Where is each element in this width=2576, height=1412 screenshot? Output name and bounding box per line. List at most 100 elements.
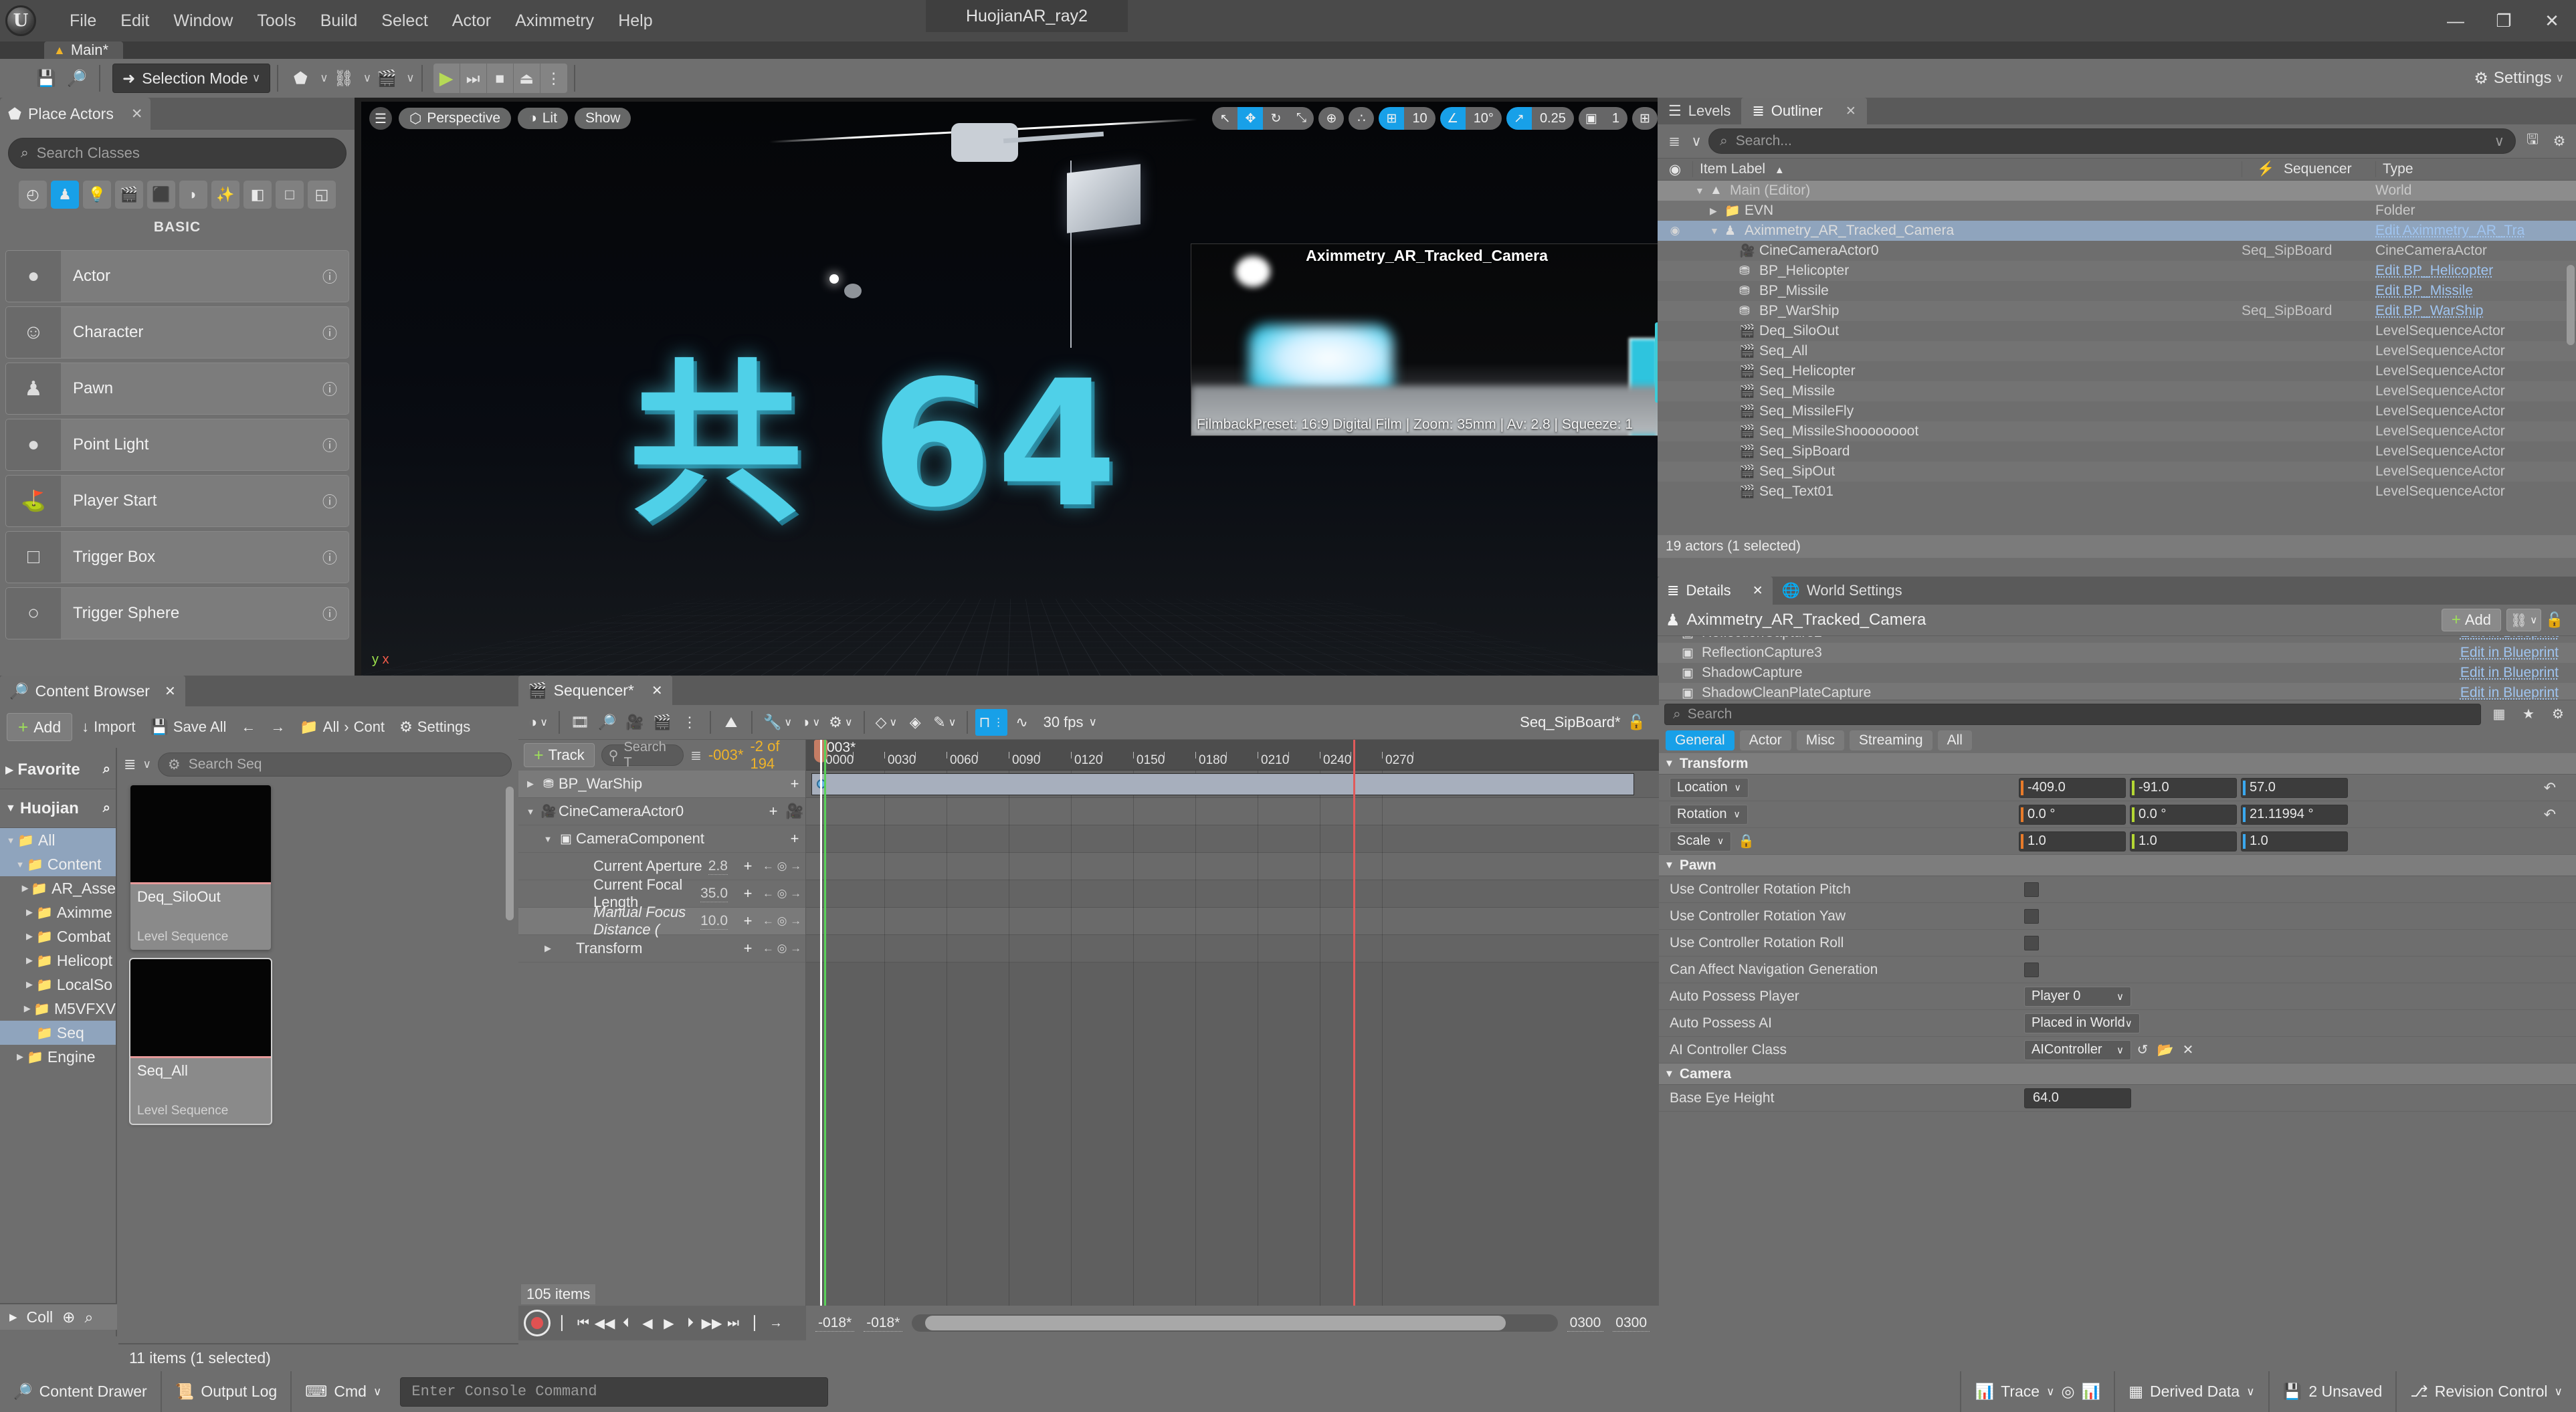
viewport-layout-icon[interactable]: ⊞ [1632,107,1658,130]
volumes-icon[interactable]: ✨ [211,181,239,209]
collections-bar[interactable]: ▶ Coll ⊕ ⌕ [0,1303,117,1330]
property-dropdown[interactable]: Placed in World∨ [2024,1013,2140,1033]
asset-tile[interactable]: Seq_AllLevel Sequence [130,959,271,1124]
tree-expand-arrow-icon[interactable]: ▶ [23,931,36,942]
property-mode-dropdown[interactable]: Location∨ [1670,778,1749,798]
grid-snap-value[interactable]: 10 [1404,107,1435,130]
add-key-icon[interactable]: + [784,775,805,793]
content-tree-item-content[interactable]: ▼📁Content [0,852,116,876]
visual-effects-icon[interactable]: ⬛ [147,181,175,209]
outliner-row[interactable]: ⛃BP_MissileEdit BP_Missile [1658,281,2576,301]
geometry-icon[interactable]: ◗ [179,181,207,209]
transport-button-0[interactable]: ⎮ [552,1310,572,1336]
component-row[interactable]: ▣ShadowCleanPlateCaptureEdit in Blueprin… [1658,683,2576,700]
component-row[interactable]: ▣ReflectionCapture2Edit in Blueprint [1658,635,2576,643]
save-icon[interactable]: 💾 [31,64,62,93]
help-icon[interactable]: ⓘ [311,434,349,456]
details-search-input[interactable]: ⌕ Search [1664,704,2481,725]
timeline-lane[interactable] [806,853,1659,880]
sequencer-track-row[interactable]: ▶⛃BP_WarShip+ [518,771,805,798]
content-tree-item-all[interactable]: ▼📁All [0,828,116,852]
search-icon-proj[interactable]: ⌕ [103,801,110,816]
details-section-header[interactable]: ▼Pawn [1658,855,2576,876]
create-camera-icon[interactable]: 🎞 [567,709,593,736]
add-collection-icon[interactable]: ⊕ [62,1308,75,1326]
outliner-type-cell[interactable]: Edit BP_Missile [2375,283,2576,299]
sequencer-track-row[interactable]: ▼▣CameraComponent+ [518,825,805,853]
lock-icon[interactable]: 🔓 [2541,611,2568,629]
timeline-lane[interactable] [806,880,1659,908]
content-tree-item-m5vfxv[interactable]: ▶📁M5VFXV [0,997,116,1021]
property-checkbox[interactable] [2024,936,2039,950]
add-component-button[interactable]: + Add [2442,609,2501,631]
transport-button-3[interactable]: ⏴ [616,1310,636,1336]
track-expand-icon[interactable]: ▼ [540,834,556,844]
asset-grid-scrollbar[interactable] [506,787,514,920]
coordinate-system-icon[interactable]: ⊕ [1318,107,1344,130]
level-viewport[interactable]: 共 64 ☰ ⬡ Perspective ◑ Lit Show ↖✥↻⤡ ⊕ ∴… [361,102,1666,676]
property-dropdown[interactable]: AIController∨ [2024,1040,2131,1060]
cb-save-all-button[interactable]: 💾 Save All [144,718,231,736]
property-y-input[interactable]: -91.0 [2130,778,2237,798]
timeline-lane[interactable] [806,908,1659,935]
chevron-down-icon-add[interactable]: ∨ [320,72,328,85]
camera-icon[interactable]: ▣ [1579,107,1604,130]
chevron-down-icon-filter[interactable]: ∨ [1691,133,1702,150]
search-classes-input[interactable]: ⌕ Search Classes [8,138,346,169]
view-end-field[interactable]: 0300 [1567,1315,1604,1332]
cb-import-button[interactable]: ↓ Import [76,718,140,736]
place-actor-item-pawn[interactable]: ♟Pawnⓘ [5,363,349,415]
outliner-row[interactable]: 🎬Seq_Text01LevelSequenceActor [1658,482,2576,502]
filter-icon[interactable]: ≣ [124,756,136,773]
tab-content-browser[interactable]: 🔎 Content Browser ✕ [0,676,185,706]
close-icon[interactable]: ✕ [652,682,663,699]
timeline-horizontal-scrollbar[interactable] [912,1314,1557,1332]
help-icon[interactable]: ⓘ [311,266,349,287]
timeline-lane[interactable] [806,798,1659,825]
viewport-perspective-button[interactable]: ⬡ Perspective [399,108,511,129]
timeline-lane[interactable] [806,825,1659,853]
unsaved-button[interactable]: 💾 2 Unsaved [2268,1371,2396,1412]
eject-button[interactable]: ⏏ [514,64,540,93]
scale-snap-group[interactable]: ↗ 0.25 [1506,107,1574,130]
outliner-row[interactable]: 🎬Seq_MissileLevelSequenceActor [1658,381,2576,401]
property-y-input[interactable]: 0.0 ° [2130,805,2237,825]
autokey-icon[interactable]: ✎∨ [930,709,959,736]
key-nav-icons[interactable]: ← ◎ → [759,860,805,873]
camera-speed-value[interactable]: 1 [1604,107,1627,130]
outliner-type-cell[interactable]: Edit BP_WarShip [2375,303,2576,319]
camera-speed-group[interactable]: ▣ 1 [1579,107,1627,130]
basic-icon[interactable]: ♟ [51,181,79,209]
viewport-show-button[interactable]: Show [575,108,631,129]
breadcrumb-all[interactable]: All [323,718,339,736]
derived-data-button[interactable]: ▦ Derived Data ∨ [2114,1371,2268,1412]
cb-back-button[interactable]: ← [235,718,261,736]
tree-group-favorite[interactable]: ▶ Favorite ⌕ [0,750,116,789]
cb-add-button[interactable]: + Add [7,713,72,741]
add-key-icon[interactable]: + [784,830,805,847]
key-nav-icons[interactable]: ← ◎ → [759,942,805,955]
content-tree-item-ar_asse[interactable]: ▶📁AR_Asse [0,876,116,900]
grid-snap-icon[interactable]: ⊞ [1379,107,1404,130]
transport-button-2[interactable]: ◀◀ [595,1310,615,1336]
outliner-search-input[interactable]: ⌕ Search... ∨ [1708,128,2516,154]
scale-snap-value[interactable]: 0.25 [1532,107,1574,130]
recently-placed-icon[interactable]: ◴ [19,181,47,209]
lights-icon[interactable]: 💡 [83,181,111,209]
property-mode-dropdown[interactable]: Rotation∨ [1670,805,1748,825]
visibility-toggle-icon[interactable]: ◉ [1658,224,1692,237]
transport-button-8[interactable]: ⏭ [723,1310,743,1336]
add-actor-icon[interactable]: ⬟ [285,64,316,93]
edit-in-blueprint-link[interactable]: Edit in Blueprint [2460,645,2559,661]
view-start-field[interactable]: -018* [864,1315,902,1332]
tab-place-actors[interactable]: ⬟ Place Actors ✕ [0,98,151,130]
component-row[interactable]: ▣ShadowCaptureEdit in Blueprint [1658,663,2576,683]
visibility-icon[interactable]: ◑∨ [797,709,823,736]
tab-levels[interactable]: ☰ Levels [1658,98,1741,124]
col-type[interactable]: Type [2375,161,2576,177]
help-icon[interactable]: ⓘ [311,490,349,512]
skip-button[interactable]: ⏭ [460,64,487,93]
property-x-input[interactable]: 1.0 [2019,831,2126,851]
scrollbar-thumb[interactable] [925,1316,1506,1330]
reset-to-default-icon[interactable]: ↶ [2544,806,2556,823]
